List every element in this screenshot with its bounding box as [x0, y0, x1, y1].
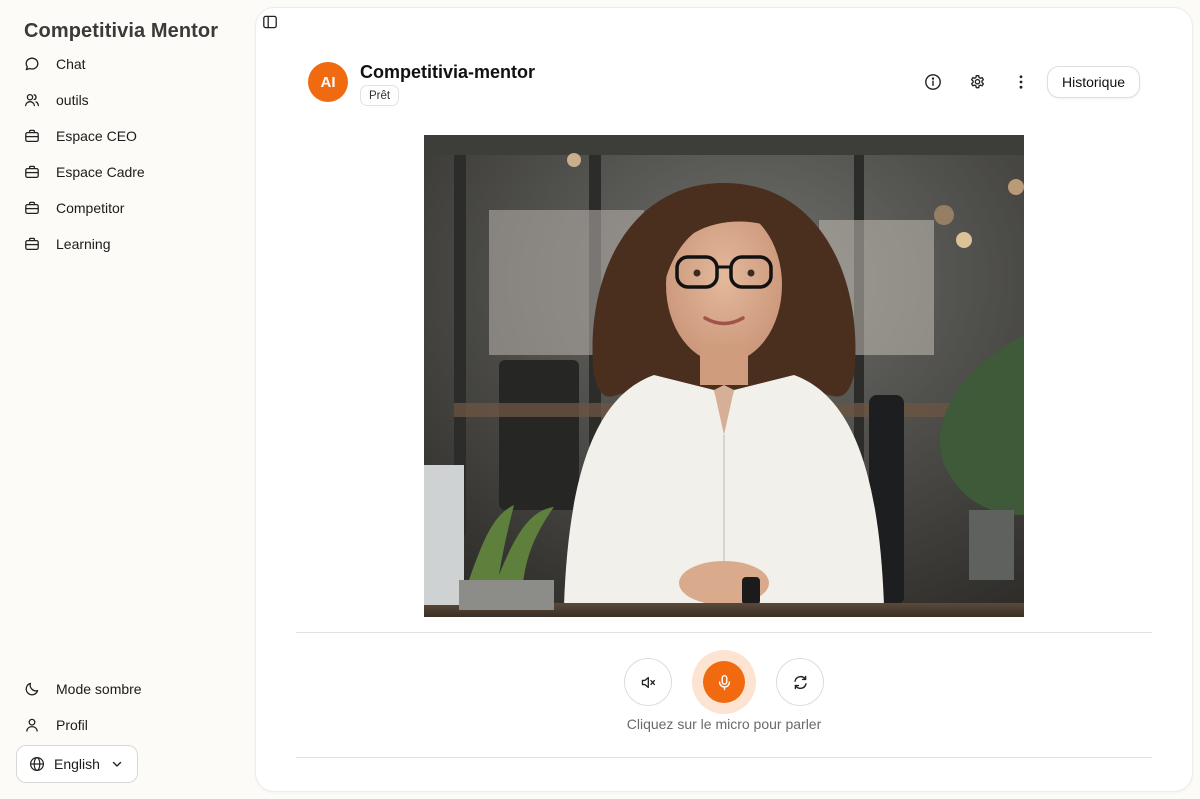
sidebar-item-learning[interactable]: Learning — [16, 226, 244, 262]
sidebar-item-dark-mode[interactable]: Mode sombre — [16, 671, 244, 707]
divider — [296, 757, 1152, 758]
agent-name: Competitivia-mentor — [360, 62, 536, 82]
chat-bubble-icon — [24, 56, 40, 72]
status-badge: Prêt — [360, 85, 400, 106]
sidebar-nav: Chat outils Espace CEO Espace Cadre Comp… — [16, 46, 244, 262]
sidebar-item-label: Espace CEO — [56, 128, 137, 144]
refresh-icon — [792, 674, 809, 691]
mentor-portrait-image — [424, 135, 1024, 617]
briefcase-icon — [24, 200, 40, 216]
briefcase-icon — [24, 128, 40, 144]
microphone-button[interactable] — [703, 661, 745, 703]
users-icon — [24, 92, 40, 108]
sidebar-item-label: Espace Cadre — [56, 164, 145, 180]
main-panel: AI Competitivia-mentor Prêt Historique C… — [256, 8, 1192, 791]
sidebar-item-label: outils — [56, 92, 89, 108]
sidebar-item-espace-cadre[interactable]: Espace Cadre — [16, 154, 244, 190]
chat-header: AI Competitivia-mentor Prêt Historique — [308, 60, 1140, 106]
sidebar-item-label: Mode sombre — [56, 681, 142, 697]
gear-icon[interactable] — [967, 72, 987, 92]
more-options-icon[interactable] — [1011, 72, 1031, 92]
moon-icon — [24, 681, 40, 697]
mic-hint-text: Cliquez sur le micro pour parler — [626, 716, 822, 732]
language-selector[interactable]: English — [16, 745, 138, 783]
divider — [296, 632, 1152, 633]
chevron-down-icon — [110, 757, 124, 771]
reset-button[interactable] — [776, 658, 824, 706]
sidebar-item-outils[interactable]: outils — [16, 82, 244, 118]
sidebar-item-label: Chat — [56, 56, 86, 72]
info-icon[interactable] — [923, 72, 943, 92]
globe-icon — [29, 756, 45, 772]
sidebar-item-competitor[interactable]: Competitor — [16, 190, 244, 226]
avatar: AI — [308, 62, 348, 102]
mute-button[interactable] — [624, 658, 672, 706]
briefcase-icon — [24, 164, 40, 180]
briefcase-icon — [24, 236, 40, 252]
sidebar-item-label: Profil — [56, 717, 88, 733]
sidebar-bottom-nav: Mode sombre Profil — [16, 671, 244, 743]
language-label: English — [54, 756, 100, 772]
speaker-muted-icon — [640, 674, 657, 691]
sidebar: Competitivia Mentor Chat outils Espace C… — [0, 0, 256, 799]
microphone-icon — [716, 674, 733, 691]
sidebar-item-espace-ceo[interactable]: Espace CEO — [16, 118, 244, 154]
user-icon — [24, 717, 40, 733]
avatar-video — [424, 135, 1024, 617]
sidebar-item-label: Learning — [56, 236, 111, 252]
sidebar-item-label: Competitor — [56, 200, 125, 216]
history-button[interactable]: Historique — [1047, 66, 1140, 98]
app-title: Competitivia Mentor — [24, 20, 219, 42]
sidebar-toggle-icon[interactable] — [262, 14, 278, 30]
sidebar-item-chat[interactable]: Chat — [16, 46, 244, 82]
sidebar-item-profile[interactable]: Profil — [16, 707, 244, 743]
